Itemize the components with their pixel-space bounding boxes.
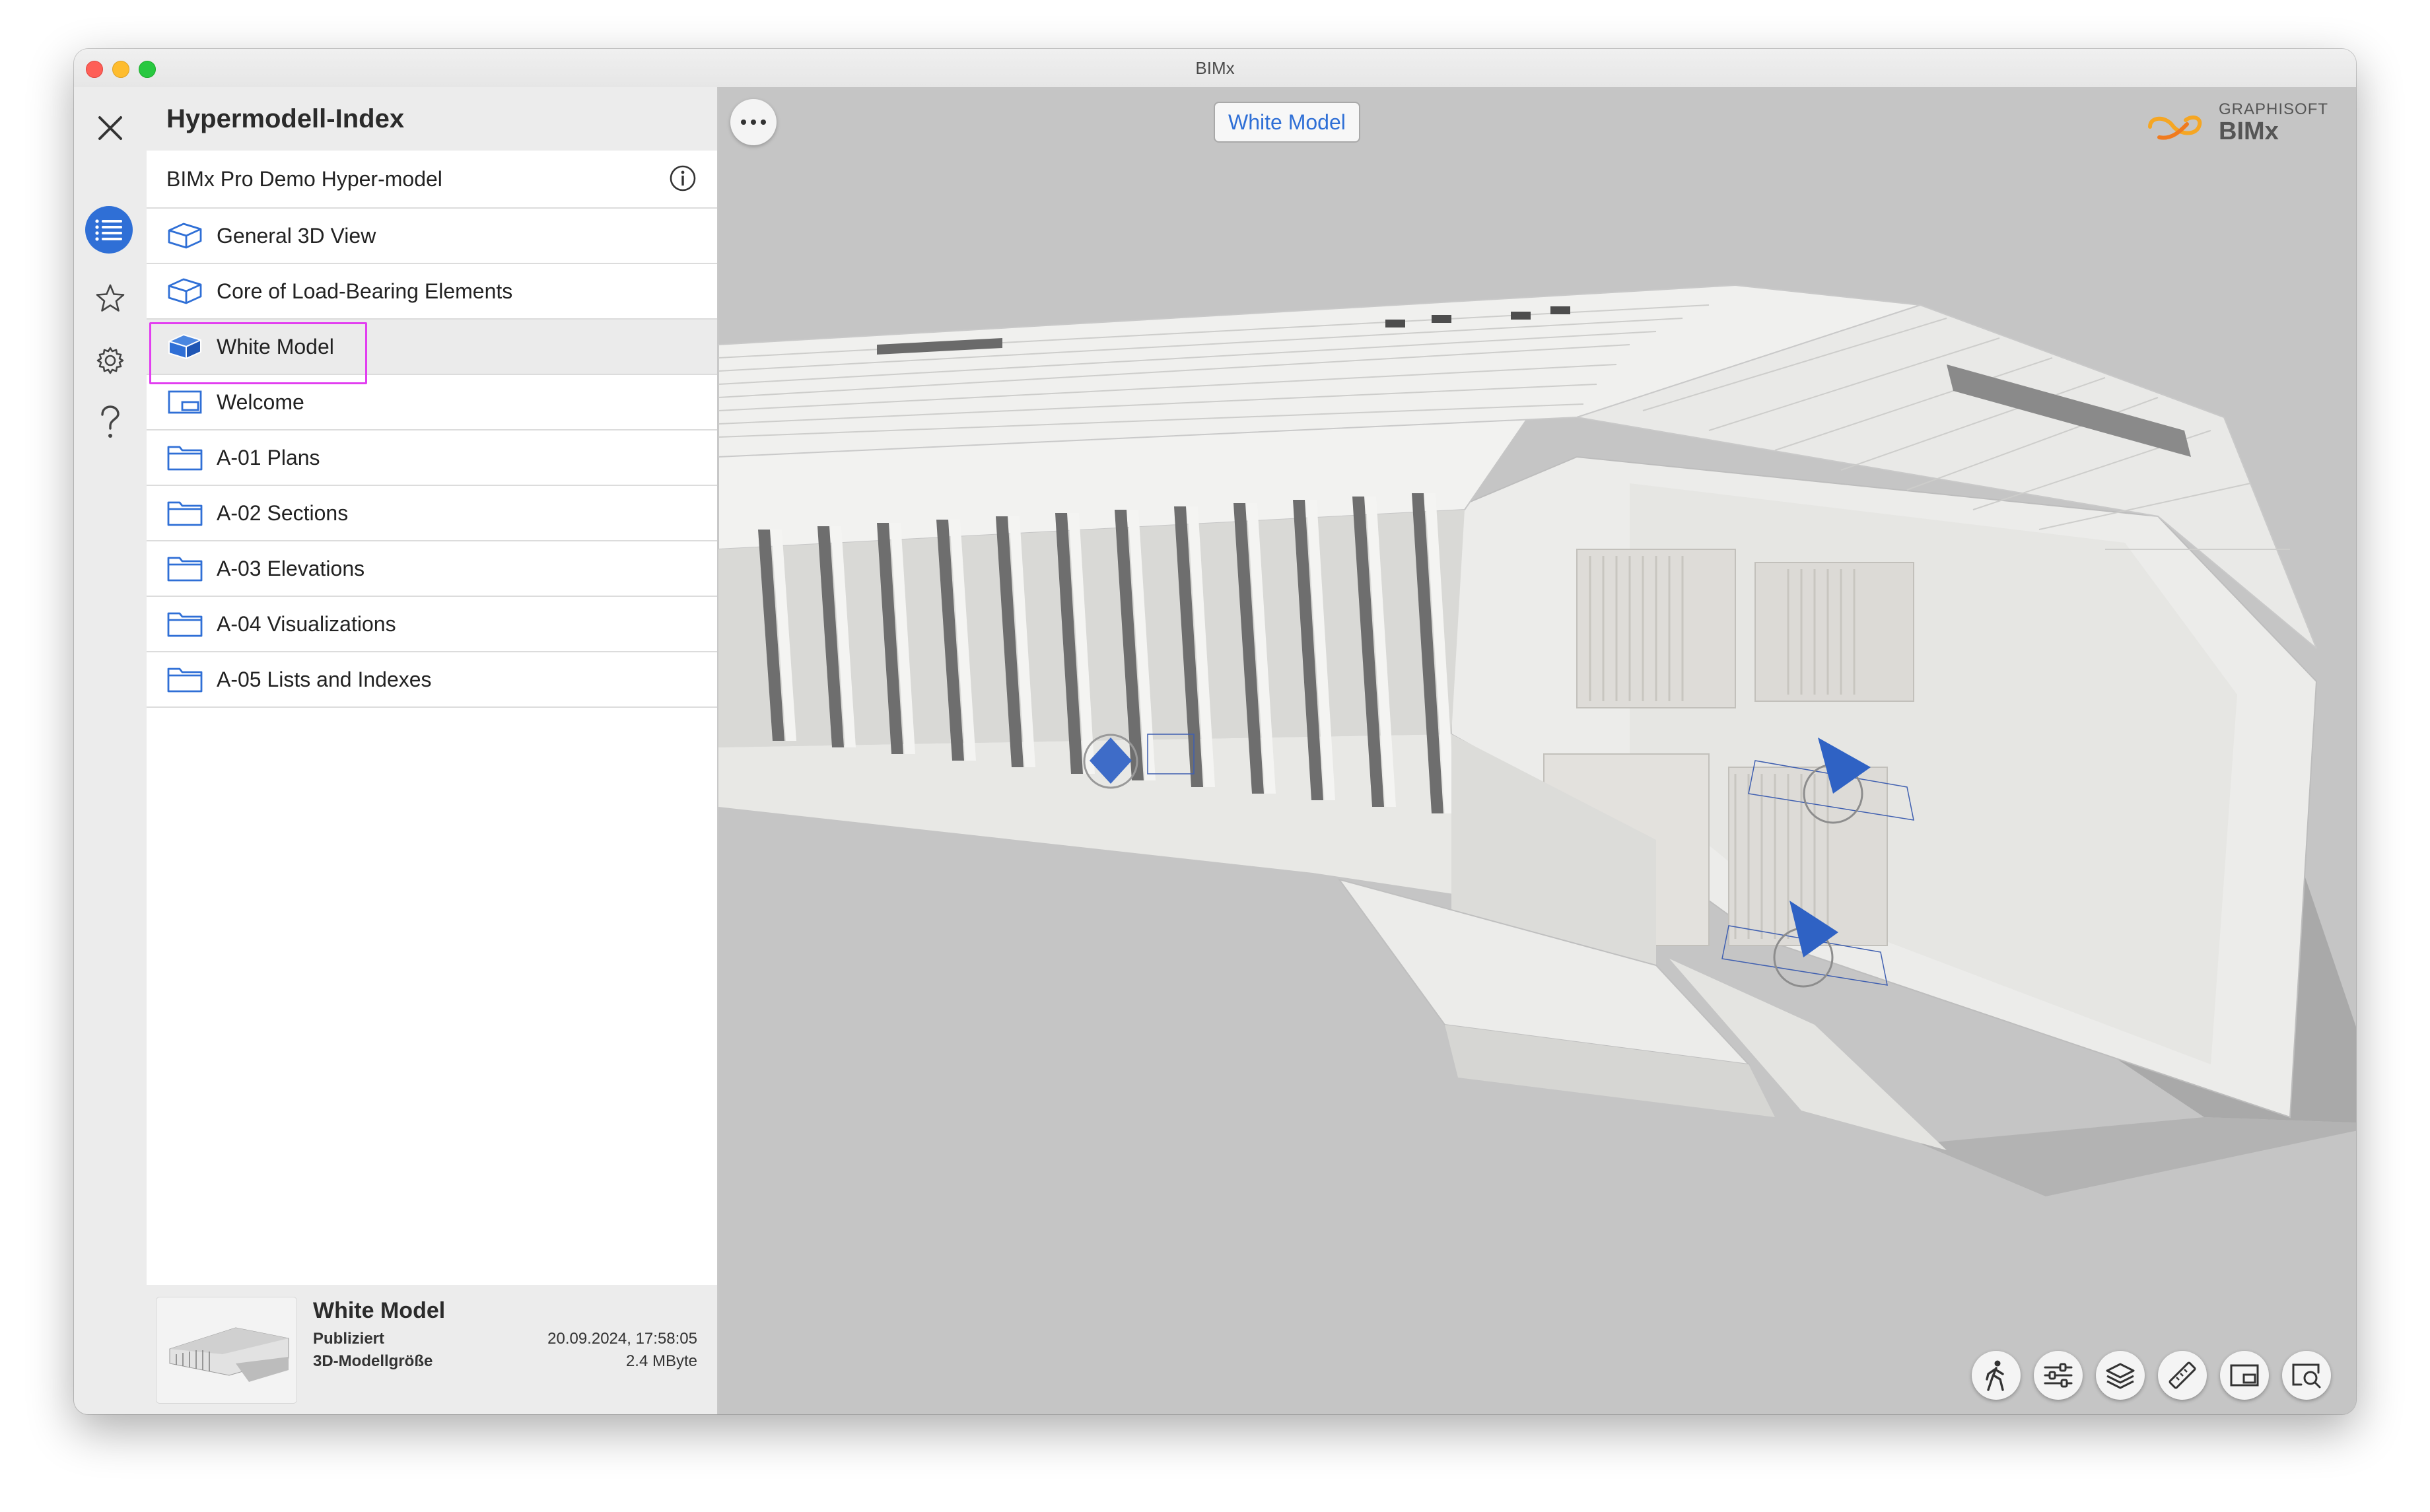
info-button[interactable] xyxy=(668,164,697,196)
panel-title: Hypermodell-Index xyxy=(166,104,405,133)
gear-icon xyxy=(96,347,124,374)
view-settings-button[interactable] xyxy=(2034,1351,2083,1400)
list-icon xyxy=(95,219,122,241)
building-3d-model[interactable] xyxy=(718,87,2356,1414)
published-label: Publiziert xyxy=(313,1330,385,1348)
list-item-general-3d-view[interactable]: General 3D View xyxy=(147,209,717,264)
sliders-icon xyxy=(2044,1363,2073,1388)
layers-icon xyxy=(2106,1363,2135,1389)
folder-icon xyxy=(166,554,203,583)
question-icon xyxy=(101,405,120,438)
ruler-icon xyxy=(2169,1361,2196,1389)
list-item-label: General 3D View xyxy=(217,223,376,248)
list-item-label: A-03 Elevations xyxy=(217,556,365,580)
walk-mode-button[interactable] xyxy=(1972,1351,2021,1400)
zoom-search-button[interactable] xyxy=(2282,1351,2331,1400)
list-item-core-load-bearing[interactable]: Core of Load-Bearing Elements xyxy=(147,264,717,320)
layout-icon xyxy=(166,388,203,417)
model-size-value: 2.4 MByte xyxy=(625,1352,697,1370)
help-button[interactable] xyxy=(85,397,135,448)
footer-view-title: White Model xyxy=(313,1298,446,1323)
ellipsis-icon xyxy=(741,120,766,125)
3d-viewport[interactable]: White Model GRAPHISOFT BIMx xyxy=(718,87,2356,1414)
model-size-label: 3D-Modellgröße xyxy=(313,1352,433,1370)
info-icon xyxy=(670,165,696,191)
list-item-label: A-05 Lists and Indexes xyxy=(217,667,432,691)
list-item-welcome[interactable]: Welcome xyxy=(147,375,717,430)
zoom-search-icon xyxy=(2292,1363,2321,1389)
index-list: BIMx Pro Demo Hyper-model General 3D Vie… xyxy=(147,151,717,708)
folder-icon xyxy=(166,665,203,694)
list-item-label: A-01 Plans xyxy=(217,445,320,469)
list-item-a04-visualizations[interactable]: A-04 Visualizations xyxy=(147,597,717,652)
app-window: BIMx Hypermodell-Index BIMx Pro Demo Hyp… xyxy=(74,49,2356,1414)
view-thumbnail xyxy=(156,1297,297,1404)
list-item-a02-sections[interactable]: A-02 Sections xyxy=(147,486,717,541)
list-item-label: Welcome xyxy=(217,390,304,414)
current-view-label[interactable]: White Model xyxy=(1214,102,1360,143)
settings-button[interactable] xyxy=(85,335,135,386)
window-title: BIMx xyxy=(1195,58,1235,78)
folder-icon xyxy=(166,609,203,638)
measure-button[interactable] xyxy=(2158,1351,2207,1400)
list-item-label: A-02 Sections xyxy=(217,500,349,525)
hypermodel-index-panel: Hypermodell-Index BIMx Pro Demo Hyper-mo… xyxy=(147,87,718,1414)
list-item-a01-plans[interactable]: A-01 Plans xyxy=(147,430,717,486)
list-item-a03-elevations[interactable]: A-03 Elevations xyxy=(147,541,717,597)
icon-rail xyxy=(74,87,147,1414)
model-name-row[interactable]: BIMx Pro Demo Hyper-model xyxy=(147,151,717,209)
title-bar: BIMx xyxy=(74,49,2356,88)
3d-view-outline-icon xyxy=(166,221,203,250)
list-item-label: Core of Load-Bearing Elements xyxy=(217,279,513,303)
close-icon xyxy=(98,116,122,140)
list-item-white-model[interactable]: White Model xyxy=(147,320,717,384)
layout-book-button[interactable] xyxy=(2220,1351,2269,1400)
star-icon xyxy=(96,284,125,312)
layers-button[interactable] xyxy=(2096,1351,2145,1400)
model-name: BIMx Pro Demo Hyper-model xyxy=(166,166,442,191)
panel-header: Hypermodell-Index xyxy=(147,87,717,151)
walk-icon xyxy=(1986,1360,2004,1391)
folder-icon xyxy=(166,443,203,472)
layout-icon xyxy=(2230,1364,2259,1387)
graphisoft-bimx-logo: GRAPHISOFT BIMx xyxy=(2139,100,2344,153)
list-item-a05-lists-indexes[interactable]: A-05 Lists and Indexes xyxy=(147,652,717,708)
more-options-button[interactable] xyxy=(730,99,777,145)
favorites-button[interactable] xyxy=(85,273,135,324)
view-toolbar xyxy=(1972,1351,2331,1400)
view-info-footer: White Model Publiziert 20.09.2024, 17:58… xyxy=(147,1285,717,1414)
close-panel-button[interactable] xyxy=(85,103,135,153)
folder-icon xyxy=(166,498,203,528)
3d-view-outline-icon xyxy=(166,277,203,306)
list-item-label: A-04 Visualizations xyxy=(217,611,396,636)
published-value: 20.09.2024, 17:58:05 xyxy=(547,1330,697,1348)
index-list-button[interactable] xyxy=(85,206,133,254)
